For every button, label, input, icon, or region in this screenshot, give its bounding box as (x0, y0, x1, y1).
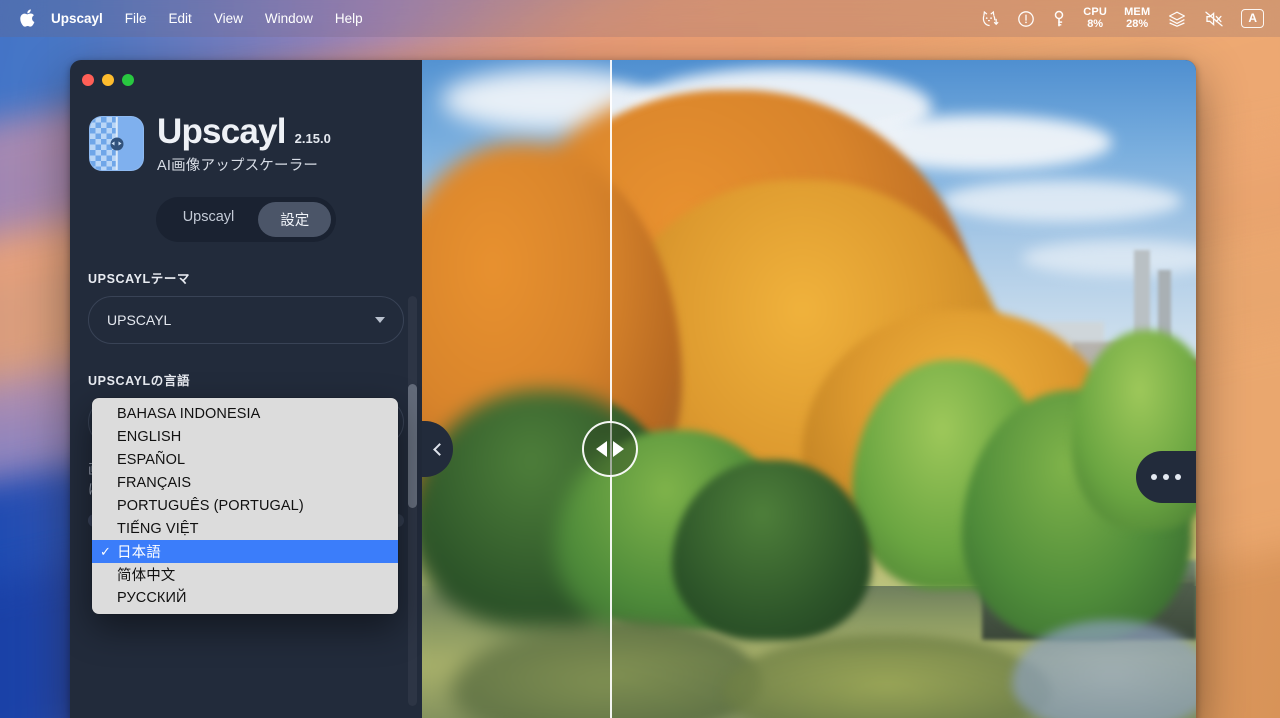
language-option-label: FRANÇAIS (117, 474, 192, 491)
tab-settings[interactable]: 設定 (258, 201, 332, 237)
chevron-down-icon (375, 316, 385, 323)
cat-download-icon[interactable] (981, 10, 1000, 27)
memory-value: 28% (1126, 17, 1149, 30)
arrow-right-icon (613, 441, 624, 457)
more-options-button[interactable] (1136, 451, 1196, 503)
menu-item-view[interactable]: View (203, 9, 254, 28)
compare-divider (610, 60, 612, 718)
language-option-label: TIẾNG VIỆT (117, 520, 199, 537)
page-title: Upscayl (157, 112, 286, 151)
cpu-status[interactable]: CPU 8% (1083, 5, 1108, 31)
menu-bar: Upscayl File Edit View Window Help CPU 8… (0, 0, 1280, 37)
language-option-espanol[interactable]: ESPAÑOL (92, 448, 398, 471)
compare-slider-handle[interactable] (582, 421, 638, 477)
memory-status[interactable]: MEM 28% (1124, 5, 1151, 31)
app-subtitle: AI画像アップスケーラー (157, 157, 319, 174)
desktop: Upscayl File Edit View Window Help CPU 8… (0, 0, 1280, 718)
language-option-japanese[interactable]: ✓ 日本語 (92, 540, 398, 563)
menu-item-edit[interactable]: Edit (158, 9, 203, 28)
maximize-button[interactable] (122, 74, 134, 86)
memory-label: MEM (1124, 5, 1151, 18)
tab-switcher: Upscayl 設定 (155, 196, 337, 242)
minimize-button[interactable] (102, 74, 114, 86)
app-title-row: Upscayl 2.15.0 (157, 112, 331, 151)
language-label: UPSCAYLの言語 (88, 373, 191, 388)
layers-stack-icon[interactable] (1167, 10, 1187, 28)
chevron-left-icon (433, 442, 446, 456)
cloud (942, 180, 1182, 222)
language-option-label: ESPAÑOL (117, 451, 186, 468)
apple-logo-icon[interactable] (14, 8, 40, 29)
ellipsis-icon (1163, 474, 1169, 480)
menu-bar-status-area: CPU 8% MEM 28% A (981, 5, 1270, 31)
sidebar-scrollbar[interactable] (408, 296, 417, 706)
language-option-francais[interactable]: FRANÇAIS (92, 471, 398, 494)
language-option-label: BAHASA INDONESIA (117, 405, 261, 422)
language-option-simplified-chinese[interactable]: 简体中文 (92, 563, 398, 586)
language-option-tieng-viet[interactable]: TIẾNG VIỆT (92, 517, 398, 540)
menu-bar-left: Upscayl File Edit View Window Help (14, 8, 374, 29)
image-compare-viewer[interactable] (422, 60, 1196, 718)
menu-item-help[interactable]: Help (324, 9, 374, 28)
theme-label: UPSCAYLテーマ (88, 271, 191, 286)
app-version: 2.15.0 (294, 131, 331, 146)
input-source-icon[interactable]: A (1241, 8, 1264, 29)
menu-item-window[interactable]: Window (254, 9, 324, 28)
language-option-english[interactable]: ENGLISH (92, 425, 398, 448)
clock-alert-icon[interactable] (1017, 10, 1035, 28)
language-option-label: PORTUGUÊS (PORTUGAL) (117, 497, 304, 514)
language-option-russian[interactable]: РУССКИЙ (92, 586, 398, 609)
check-icon: ✓ (100, 544, 111, 559)
theme-field: UPSCAYLテーマ UPSCAYL (88, 268, 404, 344)
tab-upscayl[interactable]: Upscayl (161, 202, 257, 237)
cpu-value: 8% (1087, 17, 1104, 30)
language-option-label: ENGLISH (117, 428, 182, 445)
key-icon[interactable] (1052, 10, 1066, 28)
language-option-label: 简体中文 (117, 568, 176, 584)
theme-select-value: UPSCAYL (107, 311, 172, 328)
theme-select[interactable]: UPSCAYL (88, 295, 404, 344)
sidebar-scrollbar-thumb[interactable] (408, 384, 417, 508)
menu-item-file[interactable]: File (114, 9, 158, 28)
language-option-label: РУССКИЙ (117, 589, 187, 606)
arrow-left-icon (596, 441, 607, 457)
window-controls (82, 74, 134, 86)
language-option-bahasa-indonesia[interactable]: BAHASA INDONESIA (92, 402, 398, 425)
ellipsis-icon (1151, 474, 1157, 480)
language-dropdown-menu[interactable]: BAHASA INDONESIA ENGLISH ESPAÑOL FRANÇAI… (92, 398, 398, 614)
upscayl-app-icon (89, 116, 144, 171)
original-image (422, 60, 610, 718)
settings-sidebar: Upscayl 2.15.0 AI画像アップスケーラー Upscayl 設定 U… (70, 60, 422, 718)
close-button[interactable] (82, 74, 94, 86)
menu-item-app[interactable]: Upscayl (40, 9, 114, 28)
app-branding: Upscayl 2.15.0 AI画像アップスケーラー (88, 112, 404, 175)
ellipsis-icon (1175, 474, 1181, 480)
app-icon-handle (110, 137, 123, 150)
volume-muted-icon[interactable] (1204, 10, 1224, 28)
language-option-label: 日本語 (117, 545, 161, 561)
cpu-label: CPU (1083, 5, 1108, 18)
app-branding-text: Upscayl 2.15.0 AI画像アップスケーラー (157, 112, 331, 175)
language-option-portugues[interactable]: PORTUGUÊS (PORTUGAL) (92, 494, 398, 517)
upscayl-window: Upscayl 2.15.0 AI画像アップスケーラー Upscayl 設定 U… (70, 60, 1196, 718)
scene-before (422, 60, 610, 718)
